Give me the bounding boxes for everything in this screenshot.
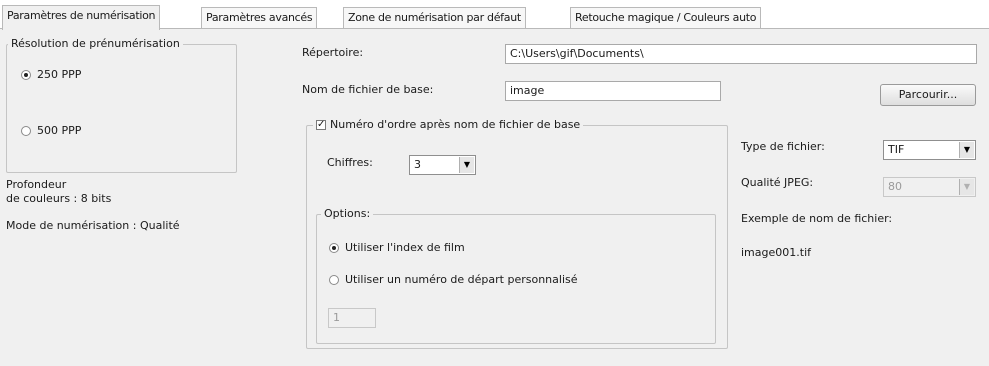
file-type-select-value: TIF <box>888 143 905 156</box>
radio-button-icon[interactable] <box>21 69 31 80</box>
chevron-down-icon[interactable]: ▼ <box>459 157 474 173</box>
prescan-resolution-legend: Résolution de prénumérisation <box>8 37 183 50</box>
file-type-select[interactable]: TIF ▼ <box>883 140 976 160</box>
tab-default-scan-area[interactable]: Zone de numérisation par défaut <box>343 7 526 28</box>
checkbox-checked-icon[interactable]: ✓ <box>316 119 326 130</box>
radio-button-icon[interactable] <box>21 125 31 136</box>
digits-select-value: 3 <box>414 158 421 171</box>
tab-scan-settings[interactable]: Paramètres de numérisation <box>2 5 161 30</box>
basename-label: Nom de fichier de base: <box>302 83 434 96</box>
settings-panel: Résolution de prénumérisation 250 PPP 50… <box>0 28 989 366</box>
jpeg-quality-label: Qualité JPEG: <box>741 176 814 189</box>
radio-250-ppp-label: 250 PPP <box>37 68 82 81</box>
radio-250-ppp[interactable]: 250 PPP <box>21 68 81 81</box>
file-type-label: Type de fichier: <box>741 140 825 153</box>
options-group: Options: Utiliser l'index de film Utilis… <box>316 207 716 344</box>
jpeg-quality-select-value: 80 <box>888 180 902 193</box>
digits-select[interactable]: 3 ▼ <box>409 155 476 175</box>
options-legend: Options: <box>321 207 374 220</box>
radio-500-ppp[interactable]: 500 PPP <box>21 124 81 137</box>
scan-mode-label: Mode de numérisation : Qualité <box>6 219 180 232</box>
prescan-resolution-group: Résolution de prénumérisation 250 PPP 50… <box>6 37 237 173</box>
color-depth-label-line2: de couleurs : 8 bits <box>6 192 112 205</box>
directory-label: Répertoire: <box>302 46 364 59</box>
radio-custom-start-label: Utiliser un numéro de départ personnalis… <box>345 273 578 286</box>
radio-button-icon[interactable] <box>329 242 339 253</box>
radio-film-index-label: Utiliser l'index de film <box>345 241 465 254</box>
radio-film-index[interactable]: Utiliser l'index de film <box>329 241 465 254</box>
tab-magic-retouch[interactable]: Retouche magique / Couleurs auto <box>570 7 762 28</box>
sequence-number-group: ✓ Numéro d'ordre après nom de fichier de… <box>306 118 728 349</box>
sequence-checkbox-label: Numéro d'ordre après nom de fichier de b… <box>330 118 581 131</box>
tab-advanced-settings[interactable]: Paramètres avancés <box>201 7 318 28</box>
color-depth-label-line1: Profondeur <box>6 178 67 191</box>
jpeg-quality-select[interactable]: 80 ▼ <box>883 177 976 197</box>
radio-500-ppp-label: 500 PPP <box>37 124 82 137</box>
example-filename-value: image001.tif <box>741 246 811 259</box>
digits-label: Chiffres: <box>327 156 373 169</box>
browse-button[interactable]: Parcourir... <box>880 84 976 106</box>
directory-field[interactable]: C:\Users\gif\Documents\ <box>505 44 977 64</box>
chevron-down-icon[interactable]: ▼ <box>959 179 974 195</box>
radio-button-icon[interactable] <box>329 274 339 285</box>
radio-custom-start[interactable]: Utiliser un numéro de départ personnalis… <box>329 273 578 286</box>
sequence-checkbox-row[interactable]: ✓ Numéro d'ordre après nom de fichier de… <box>313 118 584 131</box>
custom-start-field[interactable]: 1 <box>328 308 376 328</box>
basename-field[interactable]: image <box>505 81 721 101</box>
chevron-down-icon[interactable]: ▼ <box>959 142 974 158</box>
example-filename-label: Exemple de nom de fichier: <box>741 212 893 225</box>
tab-bar: Paramètres de numérisation Paramètres av… <box>0 0 989 30</box>
